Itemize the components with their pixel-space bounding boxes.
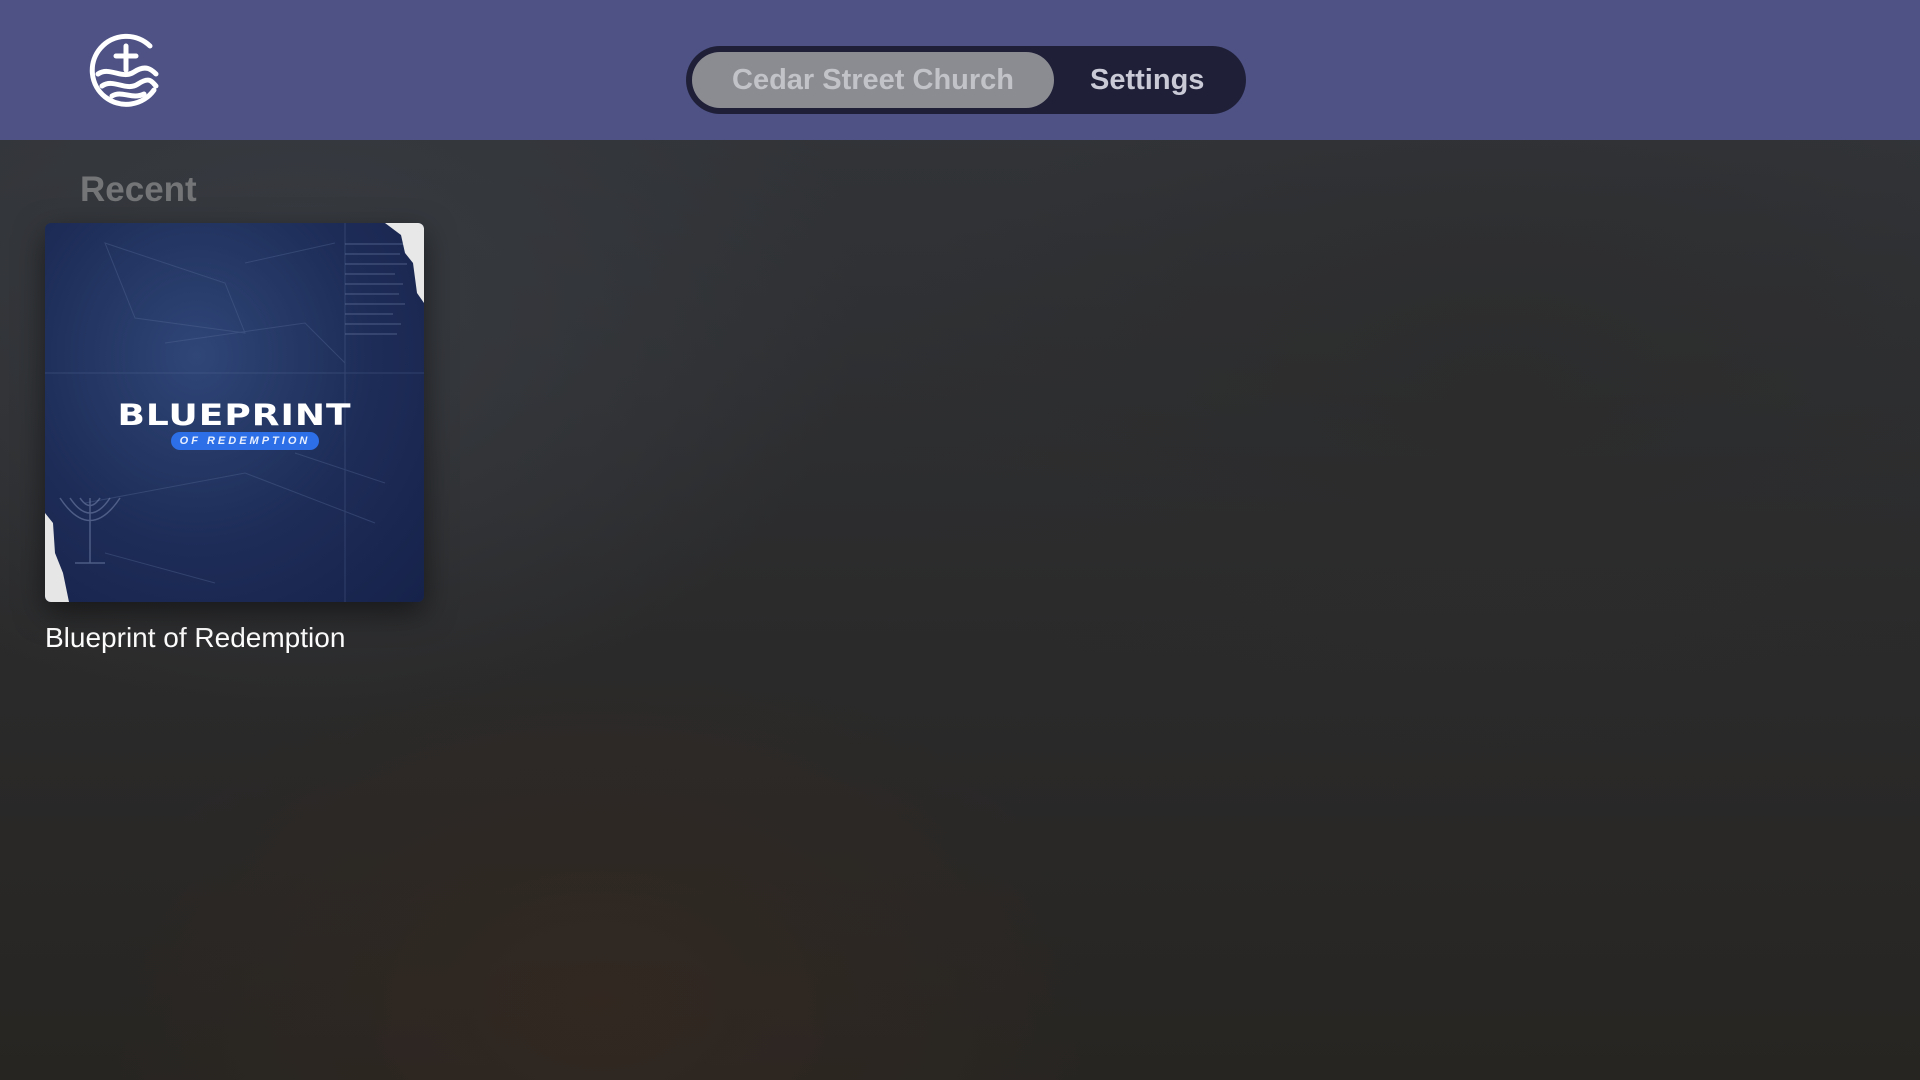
recent-section-title: Recent — [80, 170, 197, 209]
artwork-headline: BLUEPRINT — [117, 398, 352, 433]
series-artwork: BLUEPRINT OF REDEMPTION — [45, 223, 424, 602]
church-logo-icon — [88, 32, 164, 108]
artwork-subtitle: OF REDEMPTION — [171, 432, 319, 450]
tab-label: Cedar Street Church — [732, 63, 1015, 96]
tab-label: Settings — [1090, 63, 1205, 96]
tab-bar: Cedar Street Church Settings — [686, 46, 1247, 114]
tab-settings[interactable]: Settings — [1054, 52, 1240, 108]
series-title: Blueprint of Redemption — [45, 622, 346, 653]
sermon-series-card[interactable]: BLUEPRINT OF REDEMPTION Blueprint of Red… — [45, 223, 424, 654]
top-navigation-bar: Cedar Street Church Settings — [0, 0, 1920, 140]
tab-cedar-street-church[interactable]: Cedar Street Church — [692, 52, 1055, 108]
